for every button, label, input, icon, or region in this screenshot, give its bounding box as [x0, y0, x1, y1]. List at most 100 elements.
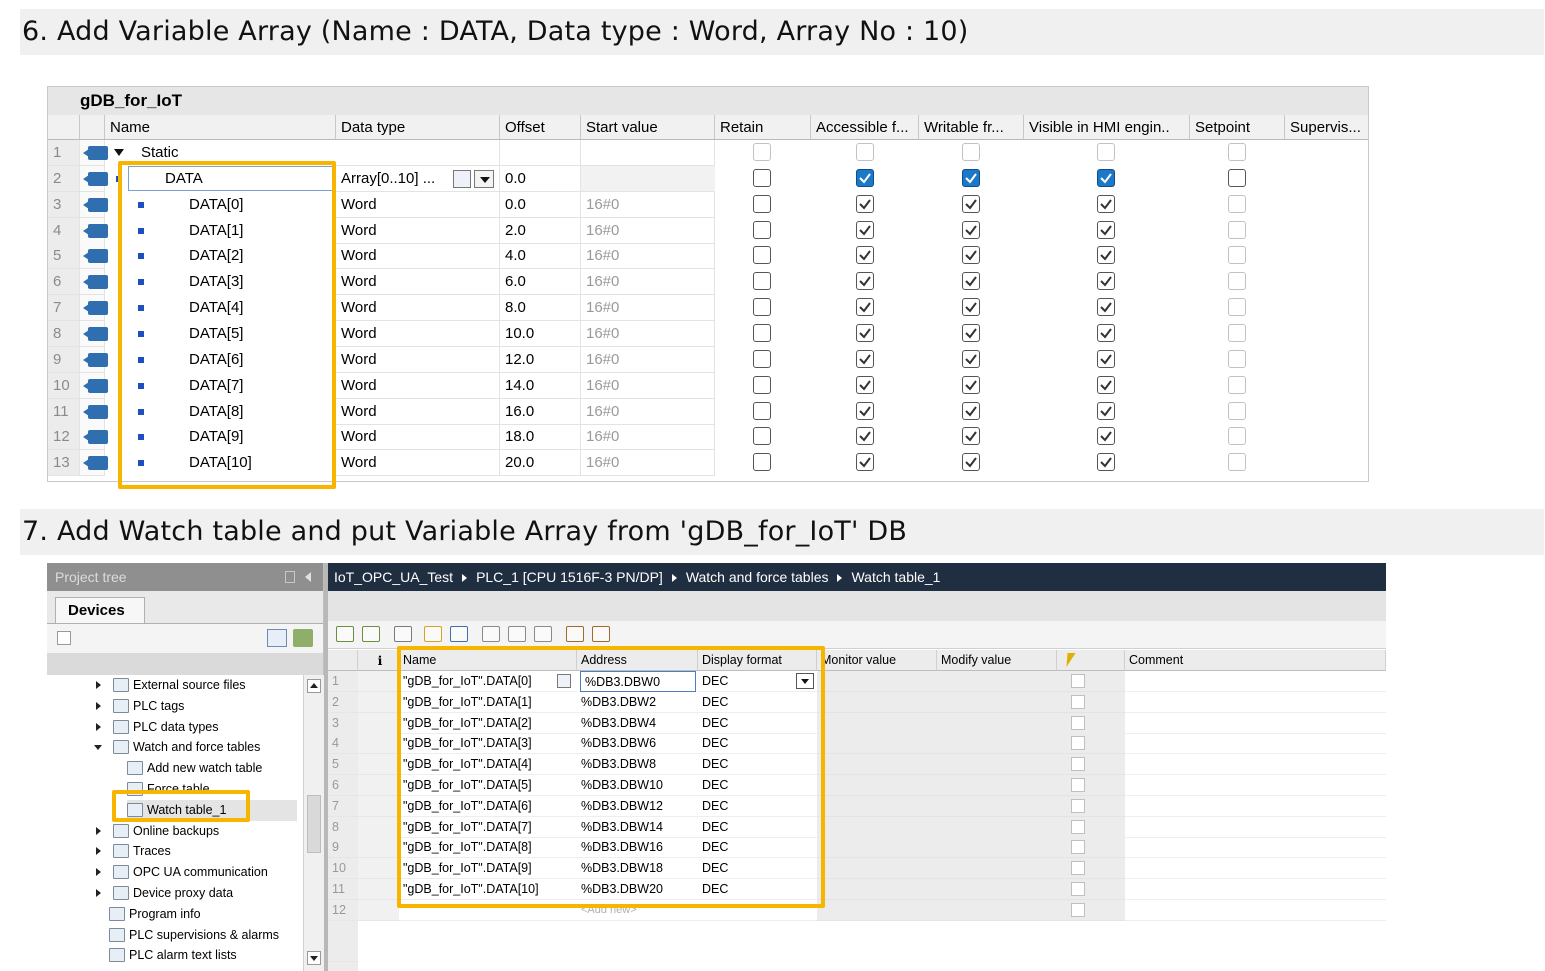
insert-row-icon[interactable] [336, 626, 354, 642]
tree-item[interactable]: Watch and force tables [113, 737, 297, 758]
modify-value[interactable] [937, 712, 1057, 734]
checkbox-icon[interactable] [856, 401, 874, 420]
tree-item[interactable]: External source files [113, 675, 297, 696]
checkbox-icon[interactable] [962, 453, 980, 472]
comment-cell[interactable] [1125, 796, 1386, 817]
data-type[interactable]: Word [336, 217, 500, 244]
checkbox-icon[interactable] [1228, 349, 1246, 368]
checkbox-icon[interactable] [962, 349, 980, 368]
tree-item[interactable]: PLC alarm text lists [109, 945, 297, 966]
data-type[interactable]: Word [336, 450, 500, 477]
chevron-right-icon[interactable] [96, 681, 101, 689]
column-header[interactable]: Comment [1125, 650, 1386, 671]
checkbox-icon[interactable] [962, 168, 980, 187]
comment-cell[interactable] [1125, 754, 1386, 776]
overview-icon[interactable] [57, 631, 71, 645]
tree-item[interactable]: PLC tags [113, 696, 297, 717]
column-header[interactable]: Offset [500, 115, 581, 140]
checkbox-icon[interactable] [856, 427, 874, 446]
tree-item[interactable]: Online backups [113, 821, 297, 842]
checkbox-icon[interactable] [962, 194, 980, 213]
checkbox-icon[interactable] [1071, 861, 1085, 876]
column-header[interactable] [1057, 650, 1125, 671]
comment-cell[interactable] [1125, 713, 1386, 734]
checkbox-icon[interactable] [856, 220, 874, 239]
chevron-right-icon[interactable] [96, 889, 101, 897]
data-type[interactable] [336, 140, 500, 166]
checkbox-icon[interactable] [1097, 143, 1115, 161]
add-row-icon[interactable] [362, 626, 380, 642]
column-header[interactable]: i [358, 650, 399, 671]
checkbox-icon[interactable] [856, 168, 874, 187]
data-type[interactable]: Word [336, 191, 500, 218]
modify-value[interactable] [937, 795, 1057, 817]
start-value[interactable]: 16#0 [581, 424, 715, 451]
column-header[interactable]: Writable fr... [919, 115, 1024, 140]
checkbox-icon[interactable] [1071, 736, 1085, 751]
modify-value[interactable] [937, 858, 1057, 880]
checkbox-icon[interactable] [1071, 757, 1085, 772]
checkbox-icon[interactable] [1228, 298, 1246, 317]
collapse-panel-icon[interactable] [305, 572, 311, 582]
comment-cell[interactable] [1125, 858, 1386, 880]
comment-cell[interactable] [1125, 900, 1386, 921]
pin-icon[interactable] [285, 571, 295, 583]
expand-triangle-icon[interactable] [114, 149, 124, 156]
chevron-right-icon[interactable] [96, 826, 101, 835]
checkbox-icon[interactable] [856, 453, 874, 472]
comment-cell[interactable] [1125, 733, 1386, 755]
data-type[interactable]: Word [336, 424, 500, 451]
checkbox-icon[interactable] [1097, 453, 1115, 472]
column-header[interactable]: Modify value [937, 650, 1057, 671]
checkbox-icon[interactable] [856, 194, 874, 213]
checkbox-icon[interactable] [753, 143, 771, 161]
checkbox-icon[interactable] [753, 349, 771, 368]
checkbox-icon[interactable] [1097, 349, 1115, 368]
column-header[interactable]: Visible in HMI engin.. [1024, 115, 1190, 140]
checkbox-icon[interactable] [1097, 194, 1115, 213]
checkbox-icon[interactable] [962, 246, 980, 265]
checkbox-icon[interactable] [856, 246, 874, 265]
monitor-all-icon[interactable] [424, 626, 442, 642]
checkbox-icon[interactable] [1097, 323, 1115, 342]
modify-trigger-icon[interactable] [508, 626, 526, 642]
checkbox-icon[interactable] [753, 375, 771, 394]
tree-item[interactable]: OPC UA communication [113, 862, 297, 883]
checkbox-icon[interactable] [1097, 272, 1115, 291]
tree-item[interactable]: Add new watch table [127, 758, 297, 779]
column-header[interactable]: Retain [715, 115, 811, 140]
chevron-right-icon[interactable] [96, 701, 101, 710]
checkbox-icon[interactable] [1071, 819, 1085, 834]
modify-value[interactable] [937, 671, 1057, 692]
column-header[interactable]: Setpoint [1190, 115, 1285, 140]
checkbox-icon[interactable] [856, 143, 874, 161]
comment-cell[interactable] [1125, 692, 1386, 713]
checkbox-icon[interactable] [856, 323, 874, 342]
checkbox-icon[interactable] [1228, 427, 1246, 446]
checkbox-icon[interactable] [1228, 246, 1246, 265]
modify-value[interactable] [937, 879, 1057, 900]
modify-value[interactable] [937, 754, 1057, 776]
checkbox-icon[interactable] [1228, 194, 1246, 213]
tree-item[interactable]: Device proxy data [113, 883, 297, 904]
data-type[interactable]: Word [336, 320, 500, 347]
checkbox-icon[interactable] [753, 298, 771, 317]
checkbox-icon[interactable] [753, 427, 771, 446]
checkbox-icon[interactable] [753, 453, 771, 472]
scroll-down-button[interactable] [307, 951, 321, 965]
modify-icon[interactable] [394, 626, 412, 642]
breadcrumb-item[interactable]: PLC_1 [CPU 1516F-3 PN/DP] [476, 569, 663, 585]
modify-value[interactable] [937, 691, 1057, 713]
checkbox-icon[interactable] [1097, 401, 1115, 420]
breadcrumb-item[interactable]: IoT_OPC_UA_Test [334, 569, 453, 585]
comment-cell[interactable] [1125, 671, 1386, 692]
tab-devices[interactable]: Devices [55, 597, 145, 623]
chevron-right-icon[interactable] [96, 847, 101, 856]
column-header[interactable]: Start value [581, 115, 715, 140]
modify-value[interactable] [937, 733, 1057, 755]
breadcrumb-item[interactable]: Watch table_1 [851, 569, 940, 585]
checkbox-icon[interactable] [1228, 401, 1246, 420]
column-header[interactable]: Accessible f... [811, 115, 919, 140]
start-value[interactable]: 16#0 [581, 295, 715, 322]
data-type[interactable]: Word [336, 398, 500, 425]
